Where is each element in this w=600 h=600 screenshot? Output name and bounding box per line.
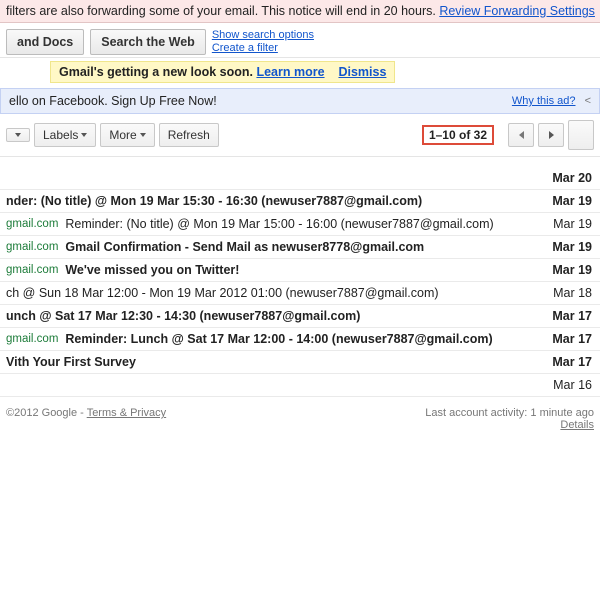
caret-down-icon [81,133,87,137]
subject-text: Reminder: (No title) @ Mon 19 Mar 15:00 … [65,217,540,231]
date-label: Mar 17 [540,332,594,346]
mail-row[interactable]: gmail.com Reminder: Lunch @ Sat 17 Mar 1… [0,328,600,351]
arrow-left-icon [519,131,524,139]
subject-text: Gmail Confirmation - Send Mail as newuse… [65,240,540,254]
mail-row[interactable]: ch @ Sun 18 Mar 12:00 - Mon 19 Mar 2012 … [0,282,600,305]
mail-row[interactable]: nder: (No title) @ Mon 19 Mar 15:30 - 16… [0,190,600,213]
date-label: Mar 19 [540,194,594,208]
copyright-text: ©2012 Google - [6,407,87,419]
promo-dismiss-link[interactable]: Dismiss [338,65,386,79]
search-row: and Docs Search the Web Show search opti… [0,23,600,58]
date-label: Mar 19 [540,217,594,231]
arrow-right-icon [549,131,554,139]
date-label: Mar 19 [540,263,594,277]
promo-learn-more-link[interactable]: Learn more [256,65,324,79]
mail-row[interactable]: gmail.com Reminder: (No title) @ Mon 19 … [0,213,600,236]
prev-page-button[interactable] [508,123,534,147]
search-mail-docs-button[interactable]: and Docs [6,29,84,55]
why-this-ad-link[interactable]: Why this ad? [512,95,576,107]
footer-left: ©2012 Google - Terms & Privacy [6,407,166,431]
new-look-promo: Gmail's getting a new look soon. Learn m… [50,61,395,83]
mail-list: Mar 20nder: (No title) @ Mon 19 Mar 15:3… [0,167,600,397]
density-button[interactable] [568,120,594,150]
search-options: Show search options Create a filter [212,29,314,55]
mail-row[interactable]: Mar 16 [0,374,600,397]
toolbar: Labels More Refresh 1–10 of 32 [0,114,600,157]
subject-text: nder: (No title) @ Mon 19 Mar 15:30 - 16… [6,194,540,208]
ad-bar: ello on Facebook. Sign Up Free Now! Why … [0,88,600,114]
create-filter-link[interactable]: Create a filter [212,42,314,55]
mail-row[interactable]: gmail.com Gmail Confirmation - Send Mail… [0,236,600,259]
notice-text: filters are also forwarding some of your… [6,4,439,18]
subject-text: We've missed you on Twitter! [65,263,540,277]
promo-text: Gmail's getting a new look soon. [59,65,256,79]
refresh-button[interactable]: Refresh [159,123,219,147]
date-label: Mar 20 [540,171,594,185]
mail-row[interactable]: unch @ Sat 17 Mar 12:30 - 14:30 (newuser… [0,305,600,328]
footer-right: Last account activity: 1 minute ago Deta… [425,407,594,431]
terms-privacy-link[interactable]: Terms & Privacy [87,407,166,419]
sender-label: gmail.com [6,333,58,345]
subject-text: ch @ Sun 18 Mar 12:00 - Mon 19 Mar 2012 … [6,286,540,300]
ad-text: ello on Facebook. Sign Up Free Now! [9,94,217,108]
sender-label: gmail.com [6,218,58,230]
ad-dismiss-icon[interactable]: < [585,95,591,107]
review-forwarding-link[interactable]: Review Forwarding Settings [439,4,595,18]
date-label: Mar 17 [540,355,594,369]
details-link[interactable]: Details [560,419,594,431]
promo-row: Gmail's getting a new look soon. Learn m… [0,58,600,88]
caret-down-icon [15,133,21,137]
mail-row[interactable]: Mar 20 [0,167,600,190]
date-label: Mar 18 [540,286,594,300]
next-page-button[interactable] [538,123,564,147]
sender-label: gmail.com [6,241,58,253]
show-search-options-link[interactable]: Show search options [212,29,314,42]
search-web-button[interactable]: Search the Web [90,29,206,55]
subject-text: Vith Your First Survey [6,355,540,369]
date-label: Mar 19 [540,240,594,254]
labels-button[interactable]: Labels [34,123,96,147]
mail-row[interactable]: Vith Your First SurveyMar 17 [0,351,600,374]
page-count: 1–10 of 32 [422,125,494,145]
ad-controls: Why this ad? < [512,95,591,107]
sender-label: gmail.com [6,264,58,276]
more-button[interactable]: More [100,123,154,147]
subject-text: unch @ Sat 17 Mar 12:30 - 14:30 (newuser… [6,309,540,323]
caret-down-icon [140,133,146,137]
date-label: Mar 16 [540,378,594,392]
footer: ©2012 Google - Terms & Privacy Last acco… [0,397,600,441]
subject-text: Reminder: Lunch @ Sat 17 Mar 12:00 - 14:… [65,332,540,346]
toolbar-dropdown-1[interactable] [6,128,30,142]
mail-row[interactable]: gmail.com We've missed you on Twitter!Ma… [0,259,600,282]
forwarding-notice: filters are also forwarding some of your… [0,0,600,23]
date-label: Mar 17 [540,309,594,323]
last-activity-text: Last account activity: 1 minute ago [425,407,594,419]
